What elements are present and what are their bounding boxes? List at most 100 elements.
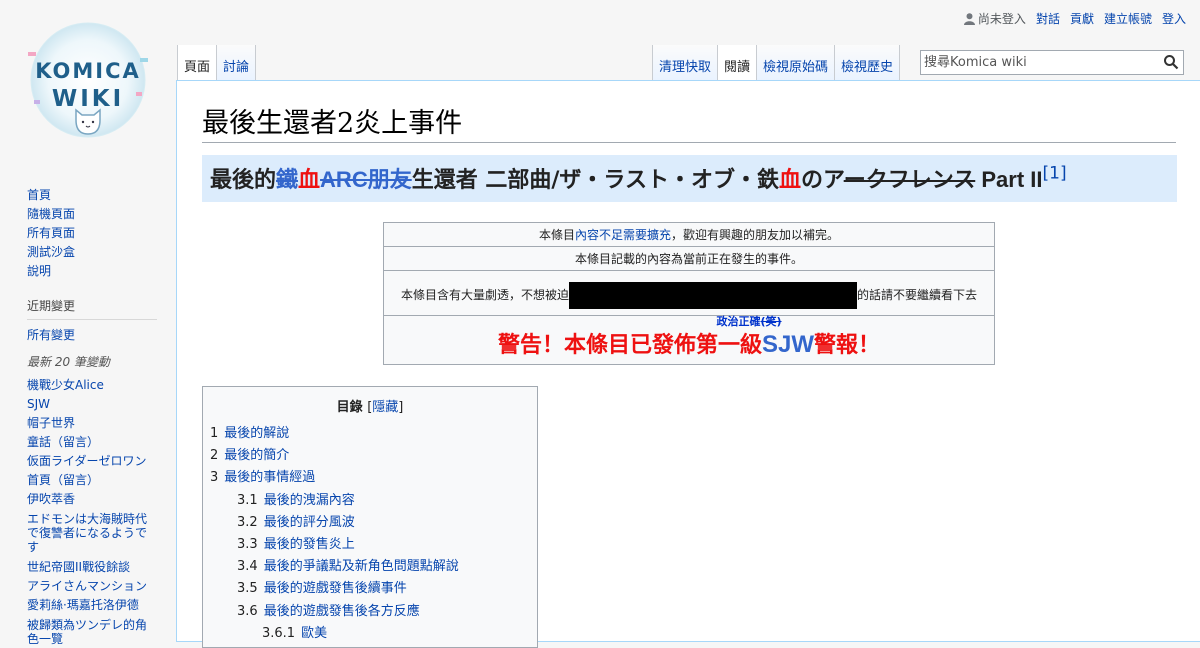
create-account-link[interactable]: 建立帳號 (1104, 10, 1152, 27)
toc-number: 3.5 (237, 581, 258, 597)
recent-item[interactable]: 愛莉絲·瑪嘉托洛伊德 (27, 598, 139, 612)
toc-item[interactable]: 3.3 最後的發售炎上 (203, 534, 537, 556)
toc-link[interactable]: 最後的遊戲發售後續事件 (264, 581, 407, 596)
title-banner: 最後的鐵血ARC朋友生還者 二部曲/ザ・ラスト・オブ・鉄血のアークフレンス Pa… (202, 155, 1177, 202)
banner-red-text: 血 (298, 168, 321, 193)
contributions-link[interactable]: 貢獻 (1070, 10, 1094, 27)
recent-changes-heading: 近期變更 (27, 297, 157, 320)
search-input[interactable] (921, 52, 1154, 73)
toc-item[interactable]: 2 最後的簡介 (203, 445, 537, 467)
tab-read[interactable]: 閱讀 (718, 45, 758, 80)
toc-number: 3.6 (237, 603, 258, 619)
svg-text:KOMICA: KOMICA (35, 59, 141, 83)
banner-text: 最後的 (210, 168, 277, 193)
toc-link[interactable]: 最後的爭議點及新角色問題點解說 (264, 559, 459, 574)
toc-item[interactable]: 3 最後的事情經過 (203, 467, 537, 489)
banner-text: 生還者 二部曲/ザ・ラスト・オブ・鉄 (411, 168, 779, 193)
toc-number: 1 (210, 426, 219, 441)
notice-box: 本條目內容不足需要擴充，歡迎有興趣的朋友加以補完。 本條目記載的內容為當前正在發… (383, 222, 995, 365)
banner-struck-text: ARC朋友 (320, 167, 412, 192)
sidebar-item-home[interactable]: 首頁 (27, 188, 51, 202)
recent-item[interactable]: 首頁（留言） (27, 473, 99, 487)
toc-link[interactable]: 最後的解說 (224, 426, 289, 441)
toc-toggle: [隱藏] (367, 400, 403, 415)
recent-item[interactable]: エドモンは大海賊時代で復讐者になるようです (27, 512, 147, 554)
warning-sjw: SJW (761, 331, 814, 358)
recent-item[interactable]: 帽子世界 (27, 416, 75, 430)
sidebar-item-all-changes[interactable]: 所有變更 (27, 328, 75, 342)
sidebar-item-help[interactable]: 說明 (27, 264, 51, 278)
warning-part: 警告！本條目已發佈第一級 (497, 333, 762, 358)
main-content: 最後生還者2炎上事件 最後的鐵血ARC朋友生還者 二部曲/ザ・ラスト・オブ・鉄血… (176, 80, 1200, 648)
toc-link[interactable]: 最後的遊戲發售後各方反應 (264, 604, 420, 619)
site-logo[interactable]: KOMICA WIKI (24, 22, 156, 144)
user-icon (963, 12, 975, 25)
login-link[interactable]: 登入 (1162, 10, 1186, 27)
reference-link[interactable]: [1] (1043, 164, 1067, 184)
recent-item[interactable]: 童話（留言） (27, 435, 99, 449)
toc-item[interactable]: 3.4 最後的爭議點及新角色問題點解說 (203, 556, 537, 578)
notice-text: 的話請不要繼續看下去 (857, 287, 978, 302)
anon-label: 尚未登入 (977, 12, 1026, 26)
recent-item[interactable]: 機戰少女Alice (27, 378, 104, 392)
search-icon[interactable] (1163, 54, 1179, 70)
warning-part: 警報！ (814, 333, 881, 358)
banner-text: のア (801, 168, 844, 193)
sidebar-item-sandbox[interactable]: 測試沙盒 (27, 245, 75, 259)
search-box (920, 50, 1184, 75)
recent-item[interactable]: SJW (27, 397, 50, 411)
toc-item[interactable]: 3.2 最後的評分風波 (203, 512, 537, 534)
personal-tools: 尚未登入 對話 貢獻 建立帳號 登入 (963, 10, 1186, 27)
sidebar-item-random[interactable]: 隨機頁面 (27, 207, 75, 221)
toc-item[interactable]: 3.5 最後的遊戲發售後續事件 (203, 578, 537, 600)
redacted-block (569, 281, 857, 309)
view-tabs: 清理快取 閱讀 檢視原始碼 檢視歷史 (652, 45, 901, 80)
stub-link[interactable]: 內容不足需要擴充 (575, 228, 671, 242)
namespace-tabs: 頁面 討論 (177, 45, 257, 80)
tab-history[interactable]: 檢視歷史 (835, 45, 901, 80)
toc-link[interactable]: 最後的評分風波 (264, 515, 355, 530)
stub-notice: 本條目內容不足需要擴充，歡迎有興趣的朋友加以補完。 (383, 222, 995, 247)
toc-number: 3.4 (237, 559, 258, 575)
toc-link[interactable]: 最後的發售炎上 (264, 537, 355, 552)
recent-item[interactable]: 仮面ライダーゼロワン (27, 454, 147, 468)
toc-link[interactable]: 歐美 (301, 626, 327, 641)
recent-item[interactable]: アライさんマンション (27, 579, 147, 593)
toc-item[interactable]: 1 最後的解說 (203, 423, 537, 445)
toc-link[interactable]: 最後的洩漏內容 (264, 493, 355, 508)
spoiler-notice: 本條目含有大量劇透，不想被迫 的話請不要繼續看下去 (383, 270, 995, 316)
tab-discussion[interactable]: 討論 (217, 45, 257, 80)
notice-text: ，歡迎有興趣的朋友加以補完。 (671, 228, 840, 242)
toc-number: 3 (210, 470, 219, 486)
toc-title: 目錄 [隱藏] (203, 396, 537, 415)
toc-item[interactable]: 3.1 最後的洩漏內容 (203, 490, 537, 512)
recent-item[interactable]: 伊吹萃香 (27, 492, 75, 506)
recent-item[interactable]: 被歸類為ツンデレ的角色一覽 (27, 618, 147, 646)
recent-item[interactable]: 世紀帝國II戰役餘談 (27, 560, 130, 574)
talk-link[interactable]: 對話 (1036, 10, 1060, 27)
current-event-notice: 本條目記載的內容為當前正在發生的事件。 (383, 246, 995, 271)
toc-list: 1 最後的解說 2 最後的簡介 3 最後的事情經過 3.1 最後的洩漏內容 3.2 最後的評分風波… (203, 423, 537, 645)
sidebar-item-allpages[interactable]: 所有頁面 (27, 226, 75, 240)
sjw-warning: 政治正確(笑) 警告！本條目已發佈第一級SJW警報！ (383, 313, 995, 365)
page-title: 最後生還者2炎上事件 (202, 101, 1176, 143)
tab-view-source[interactable]: 檢視原始碼 (757, 45, 836, 80)
banner-text: Part II (975, 167, 1043, 192)
toc-title-text: 目錄 (336, 400, 363, 415)
notice-text: 本條目 (538, 228, 575, 242)
toc-link[interactable]: 最後的簡介 (224, 448, 289, 463)
recent-sub-heading: 最新 20 筆變動 (27, 355, 110, 369)
tab-purge[interactable]: 清理快取 (653, 45, 719, 80)
table-of-contents: 目錄 [隱藏] 1 最後的解說 2 最後的簡介 3 最後的事情經過 3.1 最後的洩漏內容 3.… (202, 386, 538, 648)
toc-item[interactable]: 3.6.1 歐美 (203, 623, 537, 645)
tab-page[interactable]: 頁面 (178, 45, 218, 80)
toc-link[interactable]: 最後的事情經過 (224, 470, 315, 485)
toc-toggle-link[interactable]: 隱藏 (372, 400, 398, 415)
political-correctness-link[interactable]: 政治正確(笑) (388, 313, 990, 329)
svg-text:WIKI: WIKI (52, 86, 124, 112)
sidebar-navigation: 首頁 隨機頁面 所有頁面 測試沙盒 說明 (27, 186, 157, 281)
banner-red-text: 血 (778, 168, 801, 193)
recent-changes-list: 機戰少女Alice SJW 帽子世界 童話（留言） 仮面ライダーゼロワン 首頁（… (27, 376, 157, 646)
toc-item[interactable]: 3.6 最後的遊戲發售後各方反應 (203, 601, 537, 623)
anon-user: 尚未登入 (963, 10, 1026, 27)
